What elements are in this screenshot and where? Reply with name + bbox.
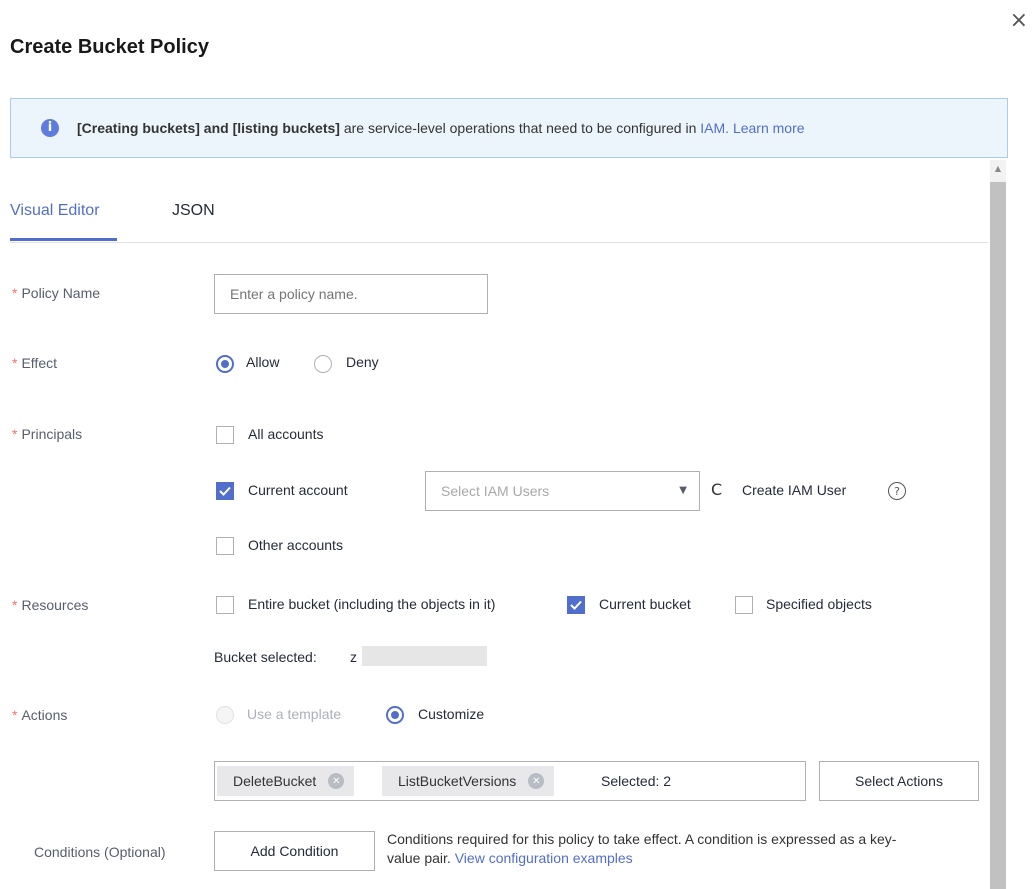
current-account-checkbox[interactable]	[216, 482, 234, 500]
iam-link[interactable]: IAM.	[700, 120, 729, 136]
scrollbar-thumb[interactable]	[990, 182, 1006, 889]
banner-text: are service-level operations that need t…	[339, 120, 701, 136]
effect-allow-label[interactable]: Allow	[246, 354, 279, 370]
current-account-label[interactable]: Current account	[248, 482, 348, 498]
view-configuration-examples-link[interactable]: View configuration examples	[455, 850, 633, 866]
dialog-title: Create Bucket Policy	[10, 36, 209, 58]
action-tag-label: ListBucketVersions	[398, 773, 517, 789]
customize-label[interactable]: Customize	[418, 706, 484, 722]
bucket-selected-label: Bucket selected:	[214, 649, 317, 665]
all-accounts-label[interactable]: All accounts	[248, 426, 323, 442]
iam-users-select[interactable]: Select IAM Users ▼	[425, 471, 700, 511]
specified-objects-checkbox[interactable]	[735, 596, 753, 614]
resources-label-text: Resources	[21, 597, 89, 613]
entire-bucket-checkbox[interactable]	[216, 596, 234, 614]
required-mark: *	[12, 426, 18, 442]
tab-json[interactable]: JSON	[172, 202, 215, 220]
refresh-icon[interactable]: C	[711, 480, 722, 499]
conditions-description-line1: Conditions required for this policy to t…	[387, 831, 897, 847]
learn-more-link[interactable]: Learn more	[729, 120, 805, 136]
policy-name-label: * Policy Name	[12, 285, 100, 301]
remove-tag-icon[interactable]: ✕	[528, 773, 545, 789]
conditions-label: Conditions (Optional)	[34, 844, 166, 860]
bucket-selected-value: z	[350, 649, 357, 665]
action-tag: ListBucketVersions ✕	[382, 766, 555, 796]
selected-count: Selected: 2	[601, 773, 672, 789]
info-icon: i	[41, 119, 59, 137]
customize-radio[interactable]	[386, 706, 404, 724]
principals-label: * Principals	[12, 426, 82, 442]
other-accounts-checkbox[interactable]	[216, 537, 234, 555]
tab-visual-editor[interactable]: Visual Editor	[10, 202, 100, 220]
close-icon[interactable]: ×	[1010, 10, 1028, 32]
required-mark: *	[12, 707, 18, 723]
tabs-divider	[10, 242, 988, 243]
entire-bucket-label[interactable]: Entire bucket (including the objects in …	[248, 596, 495, 612]
policy-name-label-text: Policy Name	[21, 285, 101, 301]
all-accounts-checkbox[interactable]	[216, 426, 234, 444]
effect-deny-label[interactable]: Deny	[346, 354, 379, 370]
resources-label: * Resources	[12, 597, 88, 613]
required-mark: *	[12, 285, 18, 301]
add-condition-button[interactable]: Add Condition	[214, 831, 375, 871]
effect-allow-radio[interactable]	[216, 355, 234, 373]
action-tag-label: DeleteBucket	[233, 773, 317, 789]
remove-tag-icon[interactable]: ✕	[328, 773, 345, 789]
banner-bold-text: [Creating buckets] and [listing buckets]	[77, 120, 340, 136]
redacted-bucket-name	[362, 646, 487, 666]
conditions-description-line2: value pair. View configuration examples	[387, 849, 896, 868]
selected-actions-field[interactable]: DeleteBucket ✕ ListBucketVersions ✕ Sele…	[214, 761, 806, 801]
conditions-description-line2-text: value pair.	[387, 850, 451, 866]
help-icon[interactable]: ?	[888, 482, 906, 500]
check-icon	[219, 486, 231, 496]
specified-objects-label[interactable]: Specified objects	[766, 596, 872, 612]
principals-label-text: Principals	[21, 426, 83, 442]
effect-label: * Effect	[12, 355, 57, 371]
current-bucket-label[interactable]: Current bucket	[599, 596, 691, 612]
check-icon	[570, 600, 582, 610]
other-accounts-label[interactable]: Other accounts	[248, 537, 343, 553]
use-template-radio[interactable]	[216, 706, 234, 724]
banner-message: [Creating buckets] and [listing buckets]…	[77, 120, 805, 136]
actions-label: * Actions	[12, 707, 67, 723]
chevron-down-icon: ▼	[679, 485, 687, 496]
current-bucket-checkbox[interactable]	[567, 596, 585, 614]
action-tag: DeleteBucket ✕	[217, 766, 355, 796]
required-mark: *	[12, 355, 18, 371]
info-banner: i [Creating buckets] and [listing bucket…	[10, 98, 1008, 158]
policy-name-input[interactable]	[214, 274, 488, 314]
scroll-up-arrow-icon[interactable]: ▲	[990, 164, 1006, 173]
actions-label-text: Actions	[21, 707, 68, 723]
create-iam-user-link[interactable]: Create IAM User	[742, 482, 846, 498]
use-template-label[interactable]: Use a template	[247, 706, 341, 722]
effect-label-text: Effect	[21, 355, 57, 371]
iam-users-select-placeholder: Select IAM Users	[441, 483, 550, 499]
select-actions-button[interactable]: Select Actions	[819, 761, 979, 801]
active-tab-indicator	[10, 238, 117, 241]
required-mark: *	[12, 597, 18, 613]
conditions-description: Conditions required for this policy to t…	[387, 830, 896, 868]
effect-deny-radio[interactable]	[314, 355, 332, 373]
